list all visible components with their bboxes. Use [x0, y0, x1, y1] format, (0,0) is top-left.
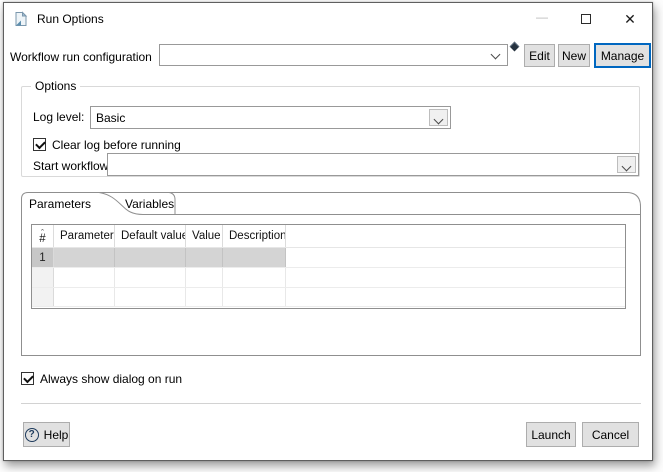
- table-row[interactable]: [32, 268, 625, 288]
- environment-diamond-icon: [510, 42, 520, 52]
- combo-dropdown-button[interactable]: [429, 109, 448, 126]
- workflow-config-combobox[interactable]: [159, 44, 508, 66]
- row-number-cell: [32, 288, 54, 306]
- column-header-default-value[interactable]: Default value: [115, 225, 186, 247]
- combo-dropdown-button[interactable]: [617, 156, 636, 173]
- maximize-icon: [581, 14, 591, 24]
- value-cell[interactable]: [186, 288, 223, 306]
- column-header-value[interactable]: Value: [186, 225, 223, 247]
- filler-cell: [286, 248, 625, 267]
- default-value-cell[interactable]: [115, 288, 186, 306]
- minimize-button[interactable]: —: [520, 3, 564, 35]
- app-document-icon: [13, 11, 29, 27]
- column-header-description[interactable]: Description: [223, 225, 286, 247]
- tab-variables[interactable]: Variables: [125, 194, 174, 214]
- new-button[interactable]: New: [558, 44, 590, 67]
- help-button[interactable]: ? Help: [23, 422, 70, 447]
- column-header-number[interactable]: ˆ #: [32, 225, 54, 247]
- always-show-label: Always show dialog on run: [40, 372, 182, 386]
- cancel-button[interactable]: Cancel: [582, 422, 639, 447]
- log-level-combobox[interactable]: Basic: [90, 106, 451, 129]
- default-value-cell[interactable]: [115, 248, 186, 267]
- column-header-parameter[interactable]: Parameter: [54, 225, 115, 247]
- log-level-value: Basic: [96, 111, 125, 125]
- always-show-checkbox[interactable]: [21, 372, 34, 385]
- titlebar: Run Options — ✕: [4, 3, 652, 35]
- column-header-filler: [286, 225, 625, 247]
- manage-button[interactable]: Manage: [594, 43, 651, 68]
- tab-parameters[interactable]: Parameters: [29, 194, 91, 214]
- footer-separator: [21, 403, 641, 404]
- clear-log-checkbox[interactable]: [33, 138, 46, 151]
- run-options-dialog: Run Options — ✕ Workflow run configurati…: [3, 2, 653, 461]
- chevron-down-icon: [434, 115, 444, 125]
- row-number-cell: 1: [32, 248, 54, 267]
- description-cell[interactable]: [223, 288, 286, 306]
- help-question-icon: ?: [25, 428, 39, 442]
- table-row[interactable]: 1: [32, 248, 625, 268]
- filler-cell: [286, 268, 625, 287]
- options-group-title: Options: [31, 79, 80, 93]
- table-header-row: ˆ # Parameter Default value Value Descri…: [32, 225, 625, 248]
- description-cell[interactable]: [223, 268, 286, 287]
- maximize-button[interactable]: [564, 3, 608, 35]
- description-cell[interactable]: [223, 248, 286, 267]
- close-button[interactable]: ✕: [608, 3, 652, 35]
- options-group: Options Log level: Basic Clear log befor…: [21, 86, 640, 177]
- edit-button[interactable]: Edit: [524, 44, 555, 67]
- tab-folder-outline: [21, 189, 641, 215]
- close-icon: ✕: [624, 11, 636, 28]
- launch-button[interactable]: Launch: [526, 422, 576, 447]
- chevron-down-icon: [491, 50, 501, 60]
- value-cell[interactable]: [186, 248, 223, 267]
- help-button-label: Help: [44, 428, 69, 442]
- chevron-down-icon: [622, 162, 632, 172]
- default-value-cell[interactable]: [115, 268, 186, 287]
- window-title: Run Options: [37, 12, 104, 26]
- workflow-config-label: Workflow run configuration: [10, 50, 152, 64]
- parameter-cell[interactable]: [54, 268, 115, 287]
- parameter-cell[interactable]: [54, 248, 115, 267]
- row-number-cell: [32, 268, 54, 287]
- start-workflow-combobox[interactable]: [107, 153, 639, 176]
- clear-log-label: Clear log before running: [52, 138, 181, 152]
- value-cell[interactable]: [186, 268, 223, 287]
- minimize-icon: —: [536, 10, 548, 24]
- table-row[interactable]: [32, 288, 625, 307]
- log-level-label: Log level:: [33, 110, 84, 124]
- parameters-table: ˆ # Parameter Default value Value Descri…: [31, 224, 626, 309]
- parameter-cell[interactable]: [54, 288, 115, 306]
- filler-cell: [286, 288, 625, 306]
